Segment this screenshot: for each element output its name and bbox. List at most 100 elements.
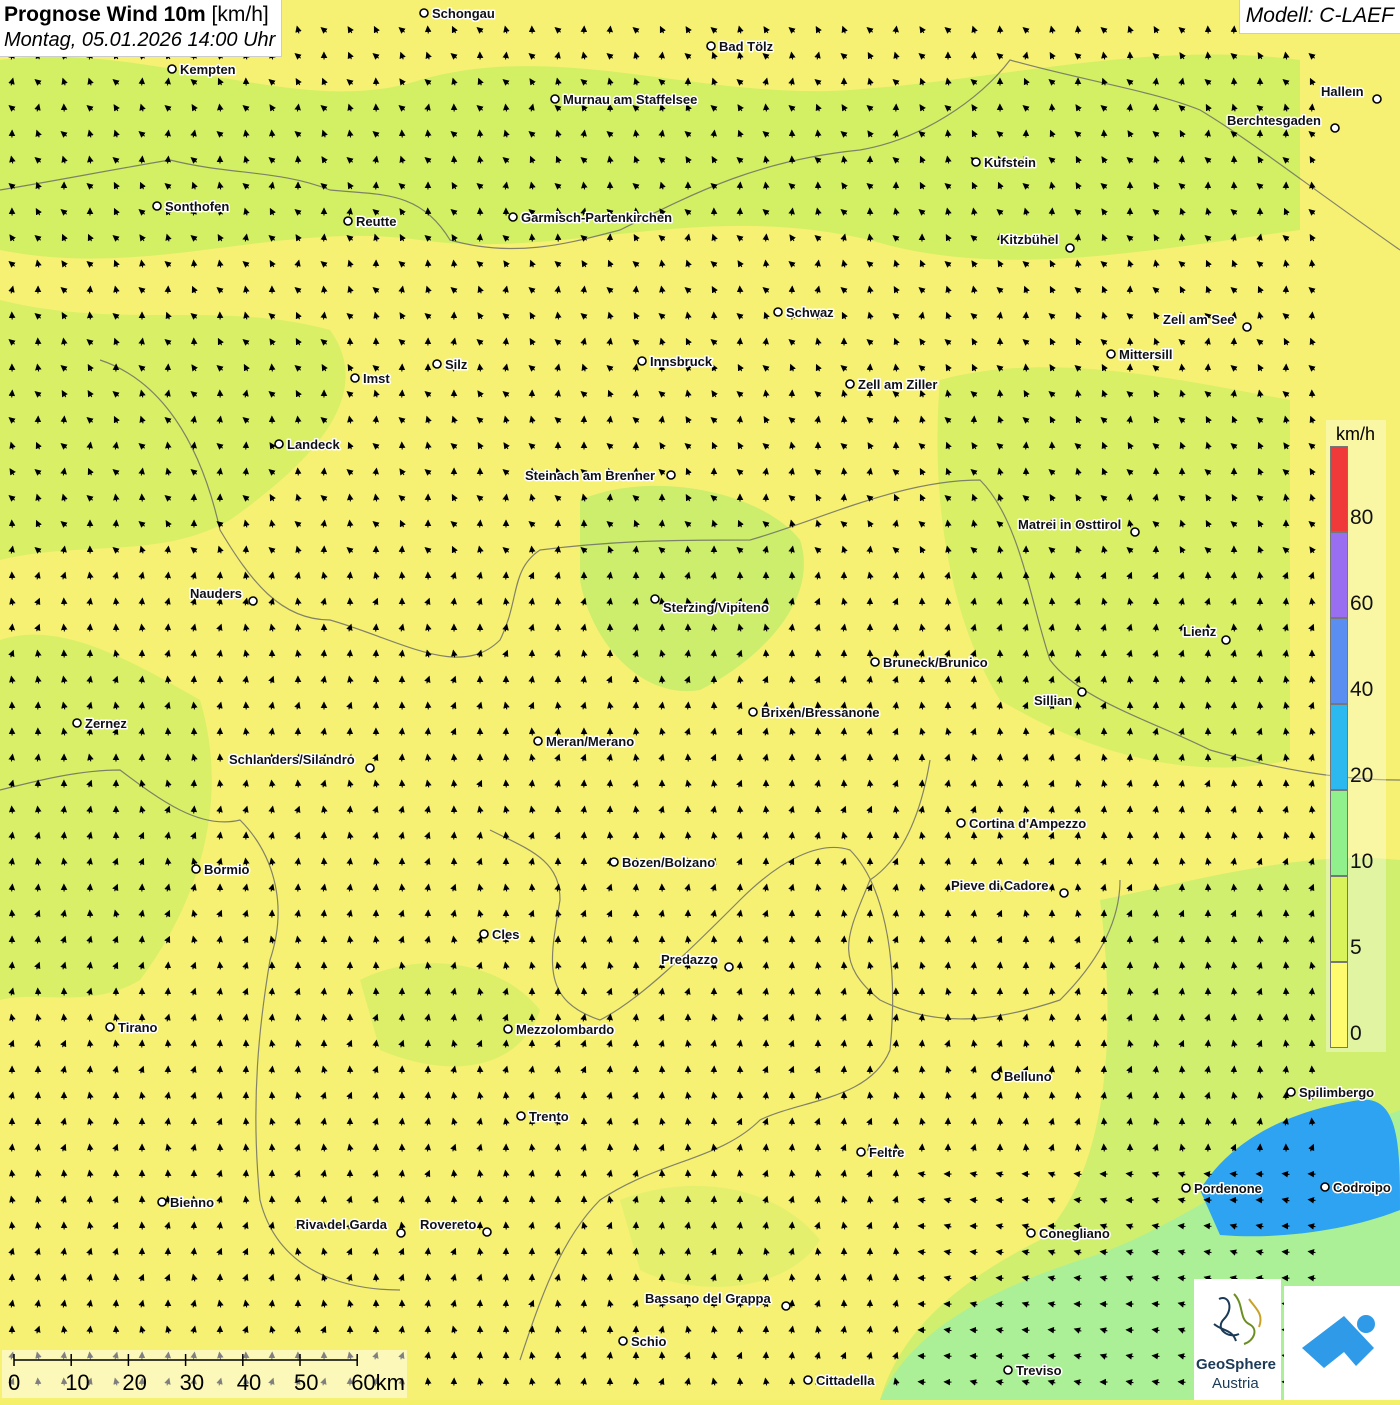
logo-name-line1: GeoSphere — [1196, 1356, 1276, 1373]
wind-arrow — [610, 1067, 611, 1074]
legend-color-bar — [1330, 876, 1348, 962]
wind-arrow — [506, 1327, 507, 1334]
wind-arrow — [1078, 885, 1079, 892]
wind-arrow — [506, 781, 507, 788]
wind-arrow — [1023, 1330, 1030, 1331]
wind-arrow — [740, 1379, 741, 1386]
wind-arrow — [298, 469, 299, 476]
wind-arrow — [844, 729, 845, 736]
wind-arrow — [1156, 859, 1157, 866]
wind-arrow — [1182, 703, 1183, 710]
city-label: Bormio — [204, 862, 250, 877]
wind-arrow — [246, 1119, 247, 1126]
city-marker — [1107, 350, 1115, 358]
city-marker — [667, 471, 675, 479]
city-marker — [1004, 1366, 1012, 1374]
wind-arrow — [116, 1301, 117, 1308]
wind-arrow — [974, 417, 975, 424]
wind-arrow — [428, 261, 429, 268]
city-marker — [344, 217, 352, 225]
wind-arrow — [844, 417, 845, 424]
wind-arrow — [1052, 599, 1053, 606]
city-label: Zell am See — [1163, 312, 1235, 327]
city-marker — [871, 658, 879, 666]
wind-arrow — [350, 807, 351, 814]
wind-forecast-map: SchongauBad TölzKemptenMurnau am Staffel… — [0, 0, 1400, 1400]
wind-arrow — [1000, 807, 1001, 814]
scale-label: 20 — [122, 1370, 146, 1396]
wind-arrow — [350, 729, 351, 736]
wind-arrow — [971, 1330, 978, 1331]
wind-arrow — [740, 183, 741, 190]
wind-arrow — [532, 885, 533, 892]
wind-arrow — [64, 1171, 65, 1178]
city-marker — [158, 1198, 166, 1206]
legend-color-bar — [1330, 704, 1348, 790]
city-marker — [1182, 1184, 1190, 1192]
city-marker — [1222, 636, 1230, 644]
city-marker — [749, 708, 757, 716]
wind-arrow — [1130, 339, 1131, 346]
city-label: Pieve di Cadore — [951, 878, 1049, 893]
city-marker — [972, 158, 980, 166]
city-label: Bozen/Bolzano — [622, 855, 715, 870]
wind-arrow — [246, 547, 247, 554]
wind-arrow — [220, 963, 221, 970]
city-label: Predazzo — [661, 952, 718, 967]
city-marker — [651, 595, 659, 603]
wind-arrow — [792, 781, 793, 788]
wind-arrow — [402, 547, 403, 554]
city-label: Landeck — [287, 437, 341, 452]
city-label: Murnau am Staffelsee — [563, 92, 697, 107]
wind-arrow — [844, 937, 845, 944]
city-label: Bienno — [170, 1195, 214, 1210]
wind-arrow — [1283, 1252, 1290, 1253]
city-marker — [551, 95, 559, 103]
wind-arrow — [168, 625, 169, 632]
wind-arrow — [714, 1223, 715, 1230]
wind-arrow — [1104, 1067, 1105, 1074]
wind-arrow — [922, 859, 923, 866]
wind-arrow — [402, 781, 403, 788]
city-marker — [1287, 1088, 1295, 1096]
wind-arrow — [896, 1249, 897, 1256]
wind-arrow — [1104, 131, 1105, 138]
wind-arrow — [1026, 1145, 1027, 1152]
city-label: Bassano del Grappa — [645, 1291, 771, 1306]
city-marker — [483, 1228, 491, 1236]
wind-arrow — [1286, 963, 1287, 970]
wind-arrow — [506, 1223, 507, 1230]
wind-arrow — [896, 625, 897, 632]
wind-arrow — [1286, 287, 1287, 294]
wind-arrow — [532, 1197, 533, 1204]
wind-arrow — [584, 833, 585, 840]
wind-arrow — [428, 1041, 429, 1048]
wind-arrow — [376, 625, 377, 632]
wind-arrow — [610, 235, 611, 242]
wind-arrow — [142, 79, 143, 86]
wind-arrow — [90, 1067, 91, 1074]
wind-arrow — [272, 131, 273, 138]
model-label: Modell: C-LAEF — [1239, 0, 1400, 34]
wind-arrow — [792, 391, 793, 398]
wind-arrow — [636, 1041, 637, 1048]
city-label: Berchtesgaden — [1227, 113, 1321, 128]
wind-arrow — [1156, 1093, 1157, 1100]
city-label: Schongau — [432, 6, 495, 21]
wind-arrow — [428, 1327, 429, 1334]
city-label: Trento — [529, 1109, 569, 1124]
wind-arrow — [1312, 105, 1313, 112]
city-label: Lienz — [1183, 624, 1217, 639]
city-marker — [168, 65, 176, 73]
wind-arrow — [922, 781, 923, 788]
city-marker — [619, 1337, 627, 1345]
legend-color-bar — [1330, 790, 1348, 876]
scale-label: 40 — [237, 1370, 261, 1396]
city-marker — [638, 357, 646, 365]
wind-arrow — [532, 729, 533, 736]
city-label: Schio — [631, 1334, 666, 1349]
wind-arrow — [1260, 677, 1261, 684]
wind-arrow — [971, 1278, 978, 1279]
wind-arrow — [1104, 1119, 1105, 1126]
city-label: Halleın — [1321, 84, 1364, 99]
